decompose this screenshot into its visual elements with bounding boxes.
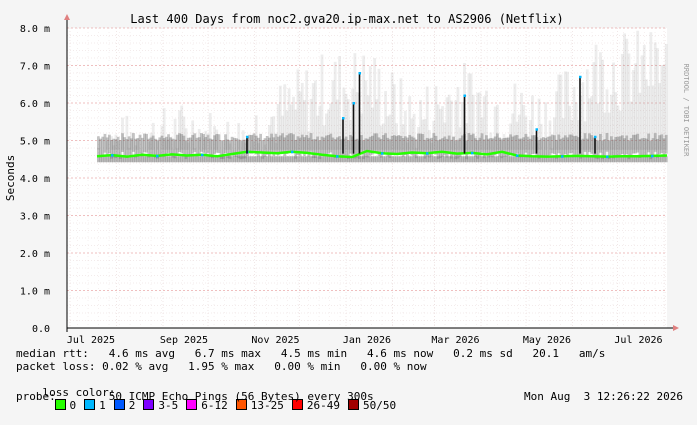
x-tick-label: Jan 2026 xyxy=(343,335,391,346)
spike-marker xyxy=(342,117,345,120)
y-tick-label: 8.0 m xyxy=(20,24,50,35)
loss-marker xyxy=(291,151,294,154)
x-tick-label: Mar 2026 xyxy=(431,335,479,346)
chart-title: Last 400 Days from noc2.gva20.ip-max.net… xyxy=(130,12,563,26)
spike-marker xyxy=(246,136,249,139)
smoke-column-low xyxy=(665,156,668,162)
loss-marker xyxy=(156,155,159,158)
y-tick-label: 2.0 m xyxy=(20,249,50,260)
probe-info: probe: 50 ICMP Echo Pings (56 Bytes) eve… xyxy=(16,390,374,403)
timestamp: Mon Aug 3 12:26:22 2026 xyxy=(524,390,683,403)
watermark: RRDTOOL / TOBI OETIKER xyxy=(682,64,690,158)
spike-marker xyxy=(594,136,597,139)
spike-marker xyxy=(359,72,362,75)
packet-loss-stats: packet loss: 0.02 % avg 1.95 % max 0.00 … xyxy=(16,360,427,373)
loss-marker xyxy=(561,155,564,158)
y-tick-label: 7.0 m xyxy=(20,62,50,73)
x-tick-label: Jul 2025 xyxy=(67,335,115,346)
spike-marker xyxy=(536,128,539,131)
loss-marker xyxy=(426,152,429,155)
loss-marker xyxy=(201,154,204,157)
loss-marker xyxy=(111,154,114,157)
y-tick-label: 0.0 xyxy=(32,324,50,335)
loss-marker xyxy=(651,155,654,158)
x-tick-label: May 2026 xyxy=(523,335,571,346)
spike-marker xyxy=(464,95,467,98)
median-rtt-stats: median rtt: 4.6 ms avg 6.7 ms max 4.5 ms… xyxy=(16,347,605,360)
smoke-column-light xyxy=(665,44,668,150)
spike-marker xyxy=(353,102,356,105)
x-tick-label: Jul 2026 xyxy=(614,335,662,346)
grid xyxy=(67,28,667,328)
y-tick-label: 5.0 m xyxy=(20,137,50,148)
y-axis-label: Seconds xyxy=(4,155,17,201)
loss-marker xyxy=(516,155,519,158)
smokeping-graph: 0.0 1.0 m 2.0 m 3.0 m 4.0 m 5.0 m 6.0 m 7.0 m 8.… xyxy=(0,0,697,410)
loss-marker xyxy=(381,152,384,155)
y-tick-label: 3.0 m xyxy=(20,212,50,223)
x-tick-label: Nov 2025 xyxy=(251,335,299,346)
loss-marker xyxy=(336,155,339,158)
y-tick-label: 1.0 m xyxy=(20,287,50,298)
spike-marker xyxy=(579,76,582,79)
y-tick-label: 4.0 m xyxy=(20,174,50,185)
loss-marker xyxy=(606,156,609,159)
smoke-column-dark xyxy=(665,135,668,154)
y-tick-label: 6.0 m xyxy=(20,99,50,110)
x-tick-label: Sep 2025 xyxy=(160,335,208,346)
loss-marker xyxy=(471,152,474,155)
